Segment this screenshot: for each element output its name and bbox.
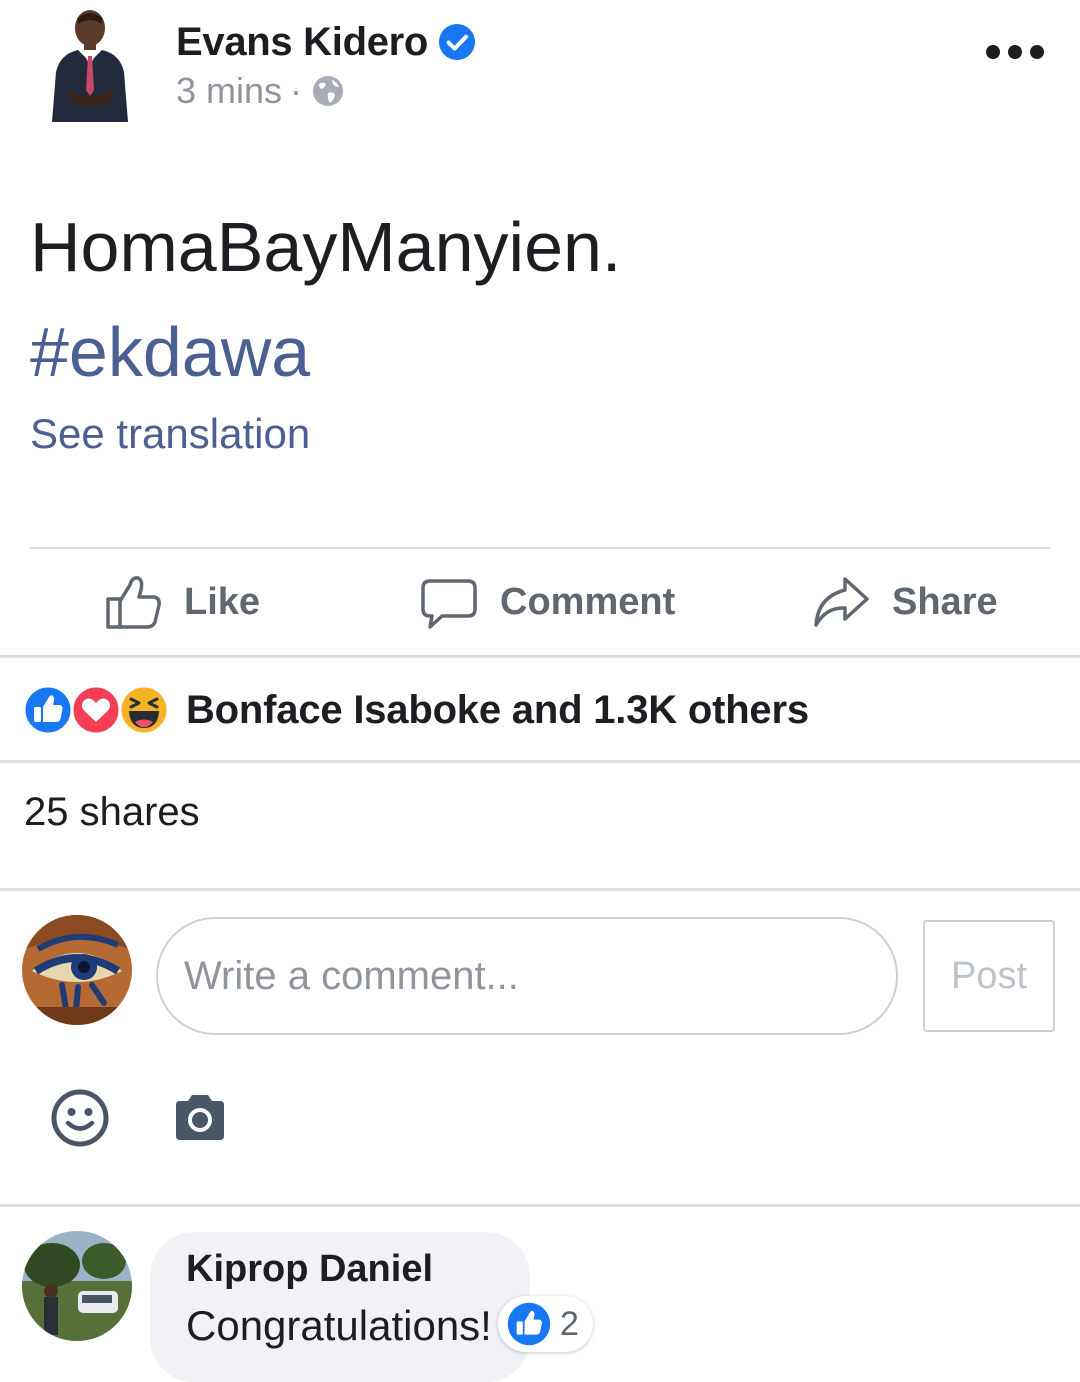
post-timestamp[interactable]: 3 mins <box>176 70 282 112</box>
commenter-avatar[interactable] <box>22 1231 132 1341</box>
commenter-name[interactable]: Kiprop Daniel <box>186 1248 433 1291</box>
more-dot-icon <box>986 45 1000 59</box>
share-label: Share <box>892 580 998 623</box>
hashtag-link[interactable]: #ekdawa <box>30 310 310 394</box>
divider <box>0 1204 1080 1207</box>
reactions-summary[interactable]: Bonface Isaboke and 1.3K others <box>22 680 809 740</box>
meta-separator: · <box>290 70 303 111</box>
shares-count[interactable]: 25 shares <box>24 790 200 835</box>
comment-reaction-count: 2 <box>560 1304 579 1343</box>
divider <box>30 547 1050 549</box>
globe-icon <box>313 76 344 106</box>
comment-button[interactable]: Comment <box>420 572 675 632</box>
more-dot-icon <box>1030 45 1044 59</box>
like-reaction-icon <box>507 1302 551 1346</box>
camera-icon[interactable] <box>172 1094 228 1142</box>
author-avatar[interactable] <box>38 6 142 122</box>
haha-reaction-icon <box>118 684 170 736</box>
divider <box>0 888 1080 891</box>
comment-reactions[interactable]: 2 <box>498 1296 593 1352</box>
current-user-avatar <box>22 915 132 1025</box>
verified-badge-icon <box>438 23 476 61</box>
thumbs-up-icon <box>106 576 161 629</box>
comment-text: Congratulations! <box>186 1302 492 1349</box>
like-label: Like <box>184 580 261 623</box>
like-button[interactable]: Like <box>104 572 260 632</box>
love-reaction-icon <box>70 684 122 736</box>
share-arrow-icon <box>814 577 869 627</box>
more-dot-icon <box>1008 45 1022 59</box>
more-options-button[interactable] <box>986 38 1044 66</box>
divider <box>0 760 1080 763</box>
like-reaction-icon <box>22 684 74 736</box>
reaction-icons <box>22 682 172 738</box>
post-comment-button[interactable]: Post <box>923 920 1055 1032</box>
see-translation-link[interactable]: See translation <box>30 410 310 458</box>
author-name[interactable]: Evans Kidero <box>176 20 428 65</box>
divider <box>0 655 1080 658</box>
comment-bubble-icon <box>421 579 477 629</box>
comment-label: Comment <box>500 580 676 623</box>
reaction-count-text: Bonface Isaboke and 1.3K others <box>186 687 809 732</box>
emoji-icon[interactable] <box>50 1088 110 1148</box>
post-text: HomaBayManyien. <box>30 208 622 286</box>
share-button[interactable]: Share <box>812 572 998 632</box>
comment-input[interactable] <box>156 917 898 1035</box>
